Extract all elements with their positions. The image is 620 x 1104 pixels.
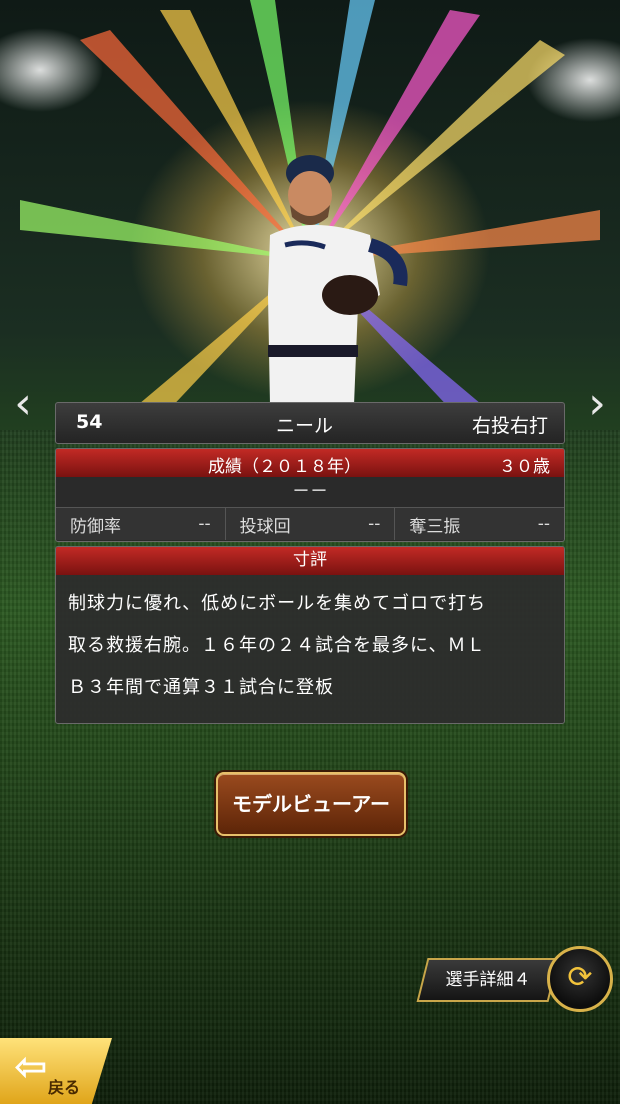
- previous-player-button[interactable]: ‹: [6, 382, 40, 430]
- comment-line: 取る救援右腕。１６年の２４試合を最多に、ＭＬ: [68, 635, 486, 656]
- swap-arrows-icon: ⟳: [567, 960, 593, 995]
- throws-bats: 右投右打: [471, 415, 548, 437]
- swap-button[interactable]: ⟳: [547, 946, 613, 1012]
- back-arrow-icon: ⇦: [14, 1044, 48, 1090]
- stat-era: 防御率 --: [56, 508, 226, 540]
- back-label: 戻る: [48, 1078, 81, 1097]
- player-name: ニール: [276, 415, 334, 437]
- season-label: 成績（２０１８年）: [208, 457, 361, 477]
- model-viewer-button[interactable]: モデルビューアー: [216, 772, 406, 836]
- player-detail-label: 選手詳細４: [445, 970, 531, 990]
- comment-line: 制球力に優れ、低めにボールを集めてゴロで打ち: [68, 593, 487, 614]
- stat-label: 防御率: [70, 516, 121, 537]
- stat-innings: 投球回 --: [225, 508, 396, 540]
- stat-value: --: [198, 514, 211, 534]
- stats-panel: 成績（２０１８年） ３０歳 －－ 防御率 -- 投球回 -- 奪三振 --: [55, 448, 565, 542]
- stat-value: --: [368, 514, 381, 534]
- uniform-number: 54: [76, 411, 103, 433]
- player-image: [268, 155, 408, 405]
- record-summary: －－: [56, 477, 564, 508]
- stat-strikeouts: 奪三振 --: [395, 508, 565, 540]
- comment-header: 寸評: [56, 547, 564, 575]
- comment-line: Ｂ３年間で通算３１試合に登板: [68, 677, 334, 698]
- stat-value: --: [537, 514, 551, 534]
- player-name-bar: 54 ニール 右投右打: [55, 402, 565, 444]
- comment-text: 制球力に優れ、低めにボールを集めてゴロで打ち 取る救援右腕。１６年の２４試合を最…: [56, 575, 564, 709]
- stat-label: 奪三振: [409, 516, 461, 537]
- chevron-left-icon: ‹: [14, 378, 32, 429]
- player-detail-button[interactable]: 選手詳細４: [416, 958, 560, 1002]
- stat-label: 投球回: [239, 516, 291, 537]
- player-age: ３０歳: [499, 457, 550, 477]
- next-player-button[interactable]: ›: [580, 382, 614, 430]
- comment-panel: 寸評 制球力に優れ、低めにボールを集めてゴロで打ち 取る救援右腕。１６年の２４試…: [55, 546, 565, 724]
- stats-header: 成績（２０１８年） ３０歳: [56, 449, 564, 477]
- chevron-right-icon: ›: [588, 378, 606, 429]
